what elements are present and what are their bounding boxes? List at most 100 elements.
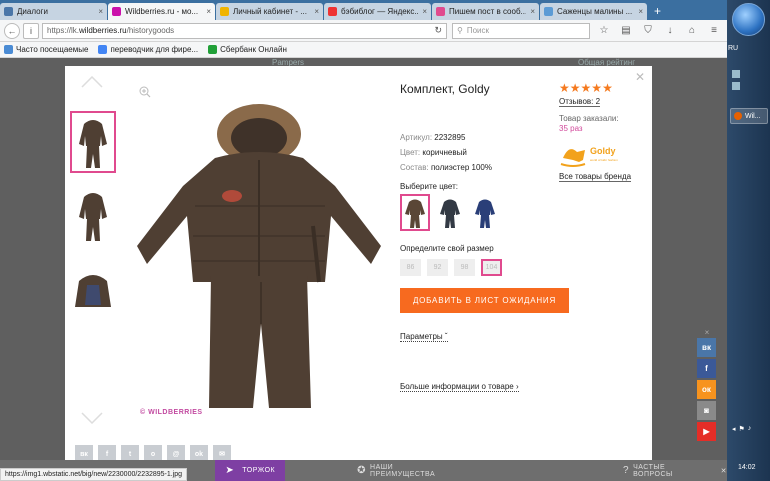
vk-icon[interactable]: вк	[697, 338, 716, 357]
share-tw-icon[interactable]: t	[121, 445, 139, 460]
close-tab-icon[interactable]: ×	[634, 7, 643, 16]
close-icon[interactable]: ×	[697, 328, 717, 338]
faq-label: ЧАСТЫЕ ВОПРОСЫ	[633, 463, 673, 478]
instagram-icon[interactable]: ◙	[697, 401, 716, 420]
browser-tab-4[interactable]: бэбиблог — Яндекс... ×	[324, 3, 431, 20]
size-option[interactable]: 104	[481, 259, 502, 276]
bookmark-label: Часто посещаемые	[16, 45, 89, 54]
advantages-tab[interactable]: ✪ НАШИ ПРЕИМУЩЕСТВА	[357, 460, 455, 481]
chevron-down-icon[interactable]	[81, 412, 103, 424]
search-input[interactable]: ⚲ Поиск	[452, 22, 590, 39]
location-tab[interactable]: ➤ ТОРЖОК	[215, 460, 286, 481]
article-value: 2232895	[434, 133, 466, 142]
share-ok-icon[interactable]: ok	[190, 445, 208, 460]
status-url: https://img1.wbstatic.net/big/new/223000…	[0, 468, 188, 481]
favicon-icon	[436, 7, 445, 16]
color-swatch-3[interactable]	[470, 194, 500, 231]
volume-icon[interactable]: ♪	[748, 425, 752, 433]
product-title: Комплект, Goldy	[400, 82, 490, 96]
facebook-icon[interactable]: f	[697, 359, 716, 378]
color-swatch-1[interactable]	[400, 194, 430, 231]
language-indicator[interactable]: RU	[728, 45, 738, 52]
brand-logo[interactable]: Goldy world of kids' fashion	[559, 138, 627, 168]
bookmark-3[interactable]: Сбербанк Онлайн	[208, 45, 287, 54]
params-link[interactable]: Параметры ˇ	[400, 332, 448, 342]
tab-label: Диалоги	[17, 7, 48, 16]
browser-tab-2[interactable]: Wildberries.ru - мо... ×	[108, 3, 215, 20]
bookmark-1[interactable]: Часто посещаемые	[4, 45, 88, 54]
ordered-label: Товар заказали:	[559, 114, 619, 123]
more-info-link[interactable]: Больше информации о товаре ›	[400, 382, 519, 392]
share-buttons: вк f t o @ ok ✉	[75, 445, 236, 460]
app-icon[interactable]	[732, 82, 740, 90]
system-tray: ◂ ⚑ ♪	[732, 425, 768, 433]
reading-list-icon[interactable]: ▤	[618, 25, 634, 36]
taskbar-firefox[interactable]: Wil...	[730, 108, 768, 124]
close-tab-icon[interactable]: ×	[418, 7, 427, 16]
watermark: © WILDBERRIES	[140, 409, 203, 416]
close-tab-icon[interactable]: ×	[310, 7, 319, 16]
jacket-back-icon	[79, 193, 107, 241]
share-vk-icon[interactable]: вк	[75, 445, 93, 460]
shield-icon[interactable]: ⛉	[640, 25, 656, 36]
youtube-icon[interactable]: ▶	[697, 422, 716, 441]
browser-tab-5[interactable]: Пишем пост в сооб... ×	[432, 3, 539, 20]
brand-name: Goldy	[590, 146, 616, 156]
tab-label: Личный кабинет - ...	[233, 7, 307, 16]
reviews-link[interactable]: Отзывов: 2	[559, 97, 601, 107]
close-icon[interactable]: ✕	[635, 70, 645, 84]
browser-tab-1[interactable]: Диалоги ×	[0, 3, 107, 20]
taskbar-icons	[732, 70, 740, 94]
product-main-image[interactable]	[135, 96, 383, 416]
close-tab-icon[interactable]: ×	[526, 7, 535, 16]
size-option[interactable]: 86	[400, 259, 421, 276]
composition-label: Состав:	[400, 163, 429, 172]
back-button[interactable]: ←	[4, 22, 20, 39]
chevron-up-icon[interactable]	[81, 76, 103, 88]
all-brand-link[interactable]: Все товары бренда	[559, 172, 632, 182]
browser-tab-3[interactable]: Личный кабинет - ... ×	[216, 3, 323, 20]
add-to-wishlist-button[interactable]: ДОБАВИТЬ В ЛИСТ ОЖИДАНИЯ	[400, 288, 569, 313]
star-icon: ★	[580, 81, 592, 95]
size-option[interactable]: 98	[454, 259, 475, 276]
menu-icon[interactable]: ≡	[706, 25, 722, 36]
close-tab-icon[interactable]: ×	[202, 7, 211, 16]
share-fb-icon[interactable]: f	[98, 445, 116, 460]
size-option[interactable]: 92	[427, 259, 448, 276]
odnoklassniki-icon[interactable]: ок	[697, 380, 716, 399]
question-icon: ?	[623, 465, 630, 476]
flag-icon[interactable]: ⚑	[739, 425, 745, 433]
clock[interactable]: 14:02	[738, 464, 756, 471]
faq-tab[interactable]: ? ЧАСТЫЕ ВОПРОСЫ	[623, 460, 703, 481]
share-mail-icon[interactable]: ✉	[213, 445, 231, 460]
color-swatch-2[interactable]	[435, 194, 465, 231]
share-ok-icon[interactable]: o	[144, 445, 162, 460]
star-icon: ★	[591, 81, 603, 95]
browser-tab-6[interactable]: Саженцы малины ... ×	[540, 3, 647, 20]
advantages-label: НАШИ ПРЕИМУЩЕСТВА	[370, 463, 436, 478]
new-tab-button[interactable]: +	[648, 2, 667, 20]
download-icon[interactable]: ↓	[662, 25, 678, 36]
home-icon[interactable]: ⌂	[684, 25, 700, 36]
expand-tray-icon[interactable]: ◂	[732, 425, 736, 433]
tab-label: Саженцы малины ...	[557, 7, 633, 16]
jacket-lining-icon	[75, 275, 111, 307]
share-@-icon[interactable]: @	[167, 445, 185, 460]
info-icon[interactable]: i	[23, 22, 39, 39]
monitor-icon[interactable]	[732, 70, 740, 78]
thumbnail-2[interactable]	[70, 184, 116, 246]
brand-tagline: world of kids' fashion	[590, 158, 618, 162]
chevron-down-icon: ˇ	[444, 332, 448, 341]
reload-icon[interactable]: ↻	[434, 25, 442, 36]
close-tab-icon[interactable]: ×	[94, 7, 103, 16]
bookmark-label: переводчик для фире...	[110, 45, 199, 54]
star-icon[interactable]: ☆	[596, 25, 612, 36]
browser-tab-bar: Диалоги × Wildberries.ru - мо... × Личный ка…	[0, 0, 727, 20]
favicon-icon	[112, 7, 121, 16]
thumbnail-3[interactable]	[70, 258, 116, 320]
favicon-icon	[220, 7, 229, 16]
thumbnail-1[interactable]	[70, 111, 116, 173]
url-bar[interactable]: https://lk. wildberries.ru/historygoods ↻	[42, 22, 447, 39]
bookmark-2[interactable]: переводчик для фире...	[98, 45, 198, 54]
start-button[interactable]	[732, 3, 765, 36]
